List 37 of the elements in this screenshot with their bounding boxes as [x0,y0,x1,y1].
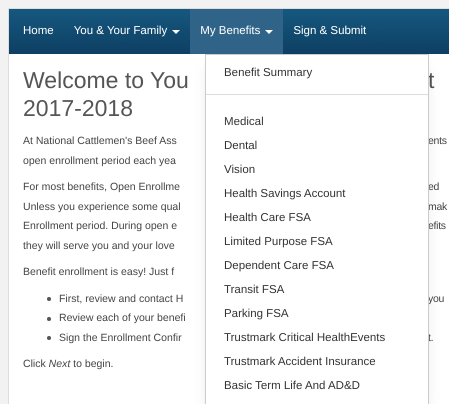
menu-item[interactable]: Limited Purpose FSA [206,230,428,254]
nav-tab[interactable]: Home [13,9,64,54]
body-text: efits [428,219,446,234]
body-text: Unless you experience some qual [23,200,181,214]
body-text: Enrollment period. During open e [23,219,178,234]
nav-tab[interactable]: My Benefits [190,9,284,54]
menu-item[interactable]: Basic Term Life And AD&D [206,374,428,398]
body-text: ents [428,134,447,149]
menu-item[interactable]: Medical [206,110,428,134]
menu-item[interactable]: Benefit Summary [206,61,428,85]
menu-item[interactable]: Dependent Care FSA [206,254,428,278]
menu-item[interactable]: Trustmark Critical HealthEvents [206,326,428,350]
page-title: 2017-2018 [23,94,133,122]
body-text: Benefit enrollment is easy! Just f [23,265,174,280]
body-text: Review each of your benefi [59,311,186,326]
body-text: At National Cattlemen's Beef Ass [23,134,177,149]
body-text: they will serve you and your love [23,238,175,254]
body-text: Sign the Enrollment Confir [59,330,182,346]
menu-item[interactable]: Health Savings Account [206,182,428,206]
page-title: Welcome to You [23,66,189,94]
body-text: Click Next to begin. [23,357,114,372]
bullet-icon [47,316,51,321]
menu-item[interactable]: Trustmark Accident Insurance [206,350,428,374]
page-title: t [428,66,434,94]
menu-item[interactable]: Parking FSA [206,302,428,326]
menu-item[interactable]: Transit FSA [206,278,428,302]
menu-item[interactable]: Dental [206,134,428,158]
bullet-icon [47,336,51,340]
menu-item[interactable]: Vision [206,158,428,182]
body-text: For most benefits, Open Enrollme [23,180,180,195]
body-text: you [428,292,444,306]
bullet-icon [47,297,51,302]
nav-tab[interactable]: Sign & Submit [283,9,376,54]
body-text: First, review and contact H [59,292,184,306]
menu-item[interactable]: Health Care FSA [206,206,428,230]
body-text: open enrollment period each yea [23,154,176,168]
nav-tab[interactable]: You & Your Family [64,9,190,54]
